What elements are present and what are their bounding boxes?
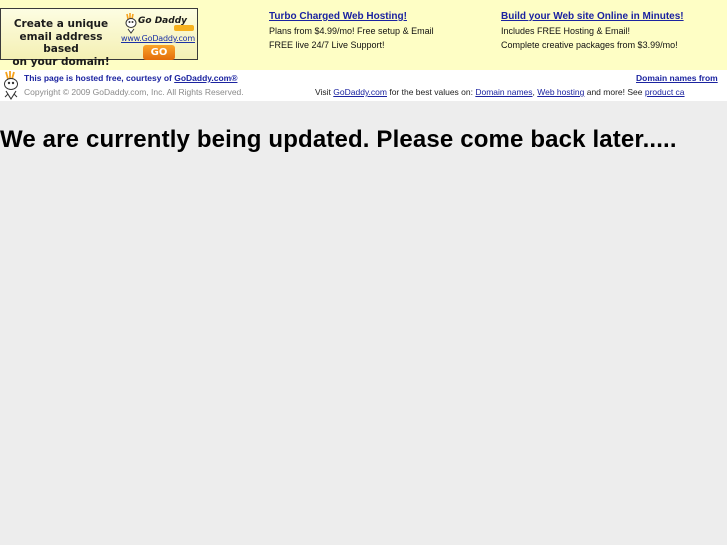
ad-banner-line-3: on your domain! bbox=[12, 55, 110, 68]
domain-names-link[interactable]: Domain names from bbox=[636, 73, 718, 83]
promo-builder-line-2: Complete creative packages from $3.99/mo… bbox=[501, 40, 678, 50]
promo-website-builder: Build your Web site Online in Minutes! I… bbox=[501, 10, 684, 52]
hosted-notice-text: This page is hosted free, courtesy of bbox=[24, 73, 175, 83]
update-message: We are currently being updated. Please c… bbox=[0, 126, 677, 153]
hosted-strip: This page is hosted free, courtesy of Go… bbox=[0, 70, 727, 101]
copyright-text: Copyright © 2009 GoDaddy.com, Inc. All R… bbox=[24, 87, 244, 97]
promo-builder-title-link[interactable]: Build your Web site Online in Minutes! bbox=[501, 10, 684, 24]
domain-names-text-link[interactable]: Domain names bbox=[475, 87, 532, 97]
ad-logo-com-tag bbox=[174, 25, 194, 31]
promo-hosting-line-2: FREE live 24/7 Live Support! bbox=[269, 40, 385, 50]
ad-banner-line-1: Create a unique bbox=[13, 18, 109, 30]
promo-hosting-title-link[interactable]: Turbo Charged Web Hosting! bbox=[269, 10, 434, 24]
top-ad-strip: Create a unique email address based on y… bbox=[0, 0, 727, 70]
go-button[interactable]: GO bbox=[143, 45, 175, 60]
web-hosting-link[interactable]: Web hosting bbox=[537, 87, 584, 97]
hosted-notice: This page is hosted free, courtesy of Go… bbox=[24, 73, 237, 83]
email-ad-banner[interactable]: Create a unique email address based on y… bbox=[0, 8, 198, 68]
promo-hosting: Turbo Charged Web Hosting! Plans from $4… bbox=[269, 10, 434, 52]
godaddy-mascot-icon bbox=[4, 71, 18, 101]
visit-line: Visit GoDaddy.com for the best values on… bbox=[315, 87, 685, 97]
visit-suffix: and more! See bbox=[584, 87, 645, 97]
ad-banner-line-2: email address based bbox=[19, 30, 103, 56]
promo-builder-line-1: Includes FREE Hosting & Email! bbox=[501, 26, 631, 36]
visit-mid: for the best values on: bbox=[386, 87, 476, 97]
ad-banner-text: Create a unique email address based on y… bbox=[5, 18, 117, 68]
ad-url-link[interactable]: www.GoDaddy.com bbox=[121, 34, 195, 43]
product-catalog-link[interactable]: product ca bbox=[645, 87, 685, 97]
visit-prefix: Visit bbox=[315, 87, 334, 97]
page: Create a unique email address based on y… bbox=[0, 0, 727, 545]
promo-hosting-line-1: Plans from $4.99/mo! Free setup & Email bbox=[269, 26, 434, 36]
visit-godaddy-link[interactable]: GoDaddy.com bbox=[333, 87, 387, 97]
hosted-godaddy-link[interactable]: GoDaddy.com® bbox=[174, 73, 237, 83]
